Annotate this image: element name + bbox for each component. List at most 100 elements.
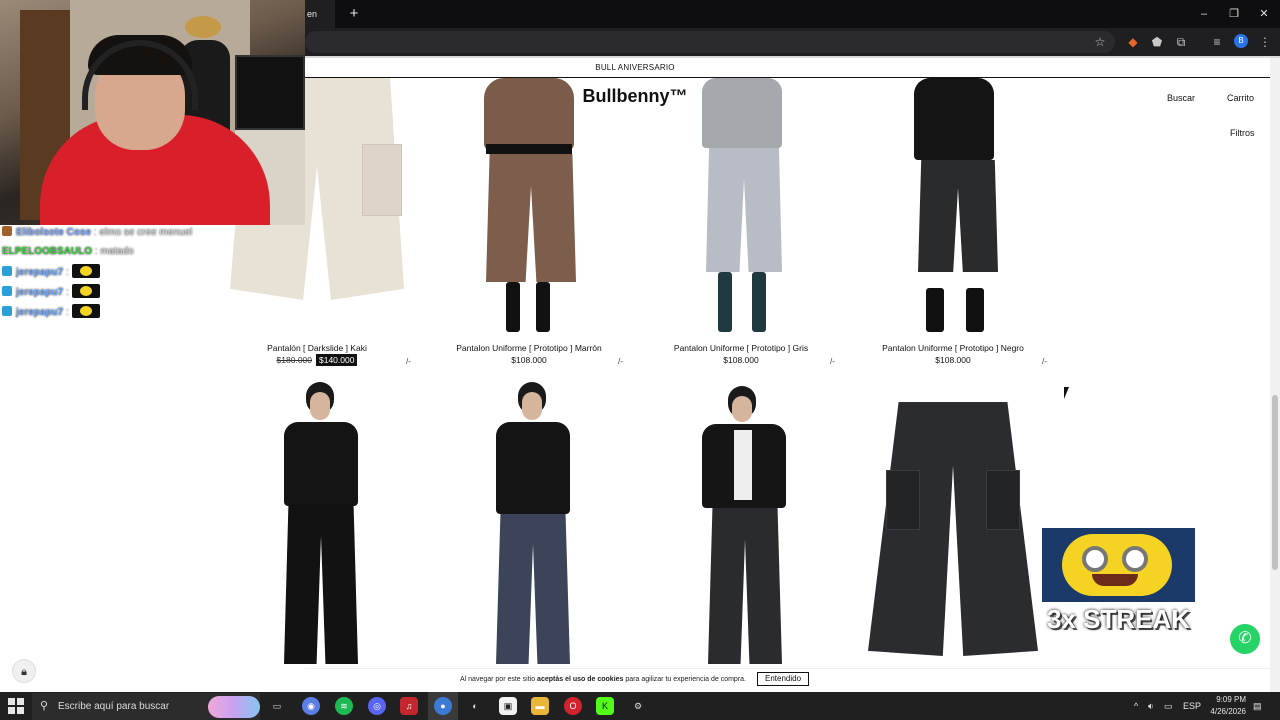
bookmark-star-icon[interactable]: ☆ [1091, 33, 1109, 51]
filters-link[interactable]: Filtros [1230, 127, 1255, 139]
cookie-text-bold: aceptás el uso de cookies [537, 676, 624, 683]
product-price: $108.000 [511, 355, 547, 365]
extension-shield-icon[interactable]: ⬟ [1148, 33, 1166, 51]
product-price: $108.000 [723, 355, 759, 365]
streak-overlay: 3x STREAK [1042, 528, 1195, 638]
search-link[interactable]: Buscar [1167, 92, 1195, 104]
cookie-text-start: Al navegar por este sitio [460, 676, 538, 683]
chat-text: : matado [94, 246, 134, 257]
chat-message: Elibolsote Cose : elmo se cree menuel [2, 225, 192, 241]
chat-message: jerepapu7 : [2, 284, 100, 300]
capcut-icon[interactable]: ▣ [499, 697, 517, 715]
file-explorer-icon[interactable]: ▬ [531, 697, 549, 715]
page-scrollbar[interactable] [1270, 58, 1280, 692]
cart-link[interactable]: Carrito [1227, 92, 1254, 104]
wishlist-toggle[interactable]: /- [1042, 357, 1047, 366]
minimize-button[interactable]: – [1193, 4, 1215, 24]
extension-fox-icon[interactable]: ◆ [1124, 33, 1142, 51]
search-icon: ⚲ [40, 700, 49, 712]
chat-username: Elibolsote Cose [16, 227, 92, 238]
task-view-icon[interactable]: ▭ [268, 697, 286, 715]
tray-chevron-icon[interactable]: ^ [1134, 699, 1138, 713]
chat-message: jerepapu7 : [2, 304, 100, 320]
minion-emote-icon [71, 284, 100, 298]
screen: en + – ❐ ✕ ☆ ◆ ⬟ ⧉ ≡ B ⋮ BULL ANIVERSARI… [0, 0, 1280, 720]
restore-button[interactable]: ❐ [1223, 4, 1245, 24]
app-gear-icon[interactable]: ⚙ [629, 697, 647, 715]
chat-username: jerepapu7 [16, 267, 64, 278]
chat-badge-icon [2, 306, 12, 316]
chat-badge-icon [2, 226, 12, 236]
minion-emote-icon [71, 264, 100, 278]
chat-text: : [66, 307, 69, 318]
search-highlight-art [208, 696, 260, 718]
brand-logo[interactable]: Bullbenny™ [560, 84, 710, 108]
taskbar-clock[interactable]: 9:09 PM 4/26/2026 [1200, 694, 1246, 718]
product-name[interactable]: Pantalon Uniforme [ Prototipo ] Marrón [424, 342, 634, 354]
opera-icon[interactable]: O [564, 697, 582, 715]
chat-message: jerepapu7 : [2, 264, 100, 280]
spotify-icon[interactable]: ≋ [335, 697, 353, 715]
minion-emote-icon [71, 304, 100, 318]
volume-icon[interactable]: 🔉︎ [1148, 699, 1154, 713]
product-price: $180.000 $140.000 [212, 354, 422, 366]
voicemod-icon[interactable]: ♫ [400, 697, 418, 715]
obs-icon[interactable]: ◐ [466, 697, 484, 715]
chat-badge-icon [2, 266, 12, 276]
kick-icon[interactable]: K [596, 697, 614, 715]
product-image-negro[interactable] [848, 78, 1058, 340]
product-image-row2-1[interactable] [212, 380, 422, 668]
wishlist-toggle[interactable]: /- [830, 357, 835, 366]
minion-image [1042, 528, 1195, 602]
chat-text: : [66, 267, 69, 278]
minion-goggle [1122, 546, 1148, 572]
product-name[interactable]: Pantalon Uniforme [ Prototipo ] Negro [848, 342, 1058, 354]
webcam-hat [185, 16, 221, 38]
media-playlist-icon[interactable]: ≡ [1208, 33, 1226, 51]
chat-username: jerepapu7 [16, 307, 64, 318]
minion-mouth [1092, 574, 1138, 586]
chat-message: ELPELOOBSAULO : matado [2, 244, 134, 260]
close-window-button[interactable]: ✕ [1253, 4, 1275, 24]
product-image-marron[interactable] [424, 78, 634, 340]
chat-text: : elmo se cree menuel [93, 227, 193, 238]
product-image-row2-3[interactable] [636, 380, 846, 668]
cookie-message: Al navegar por este sitio aceptás el uso… [460, 673, 746, 687]
product-image-row2-4[interactable] [848, 380, 1058, 668]
scrollbar-thumb[interactable] [1272, 395, 1278, 570]
profile-avatar[interactable]: B [1234, 34, 1248, 48]
copilot-icon[interactable]: ◉ [302, 697, 320, 715]
address-bar[interactable] [305, 31, 1115, 53]
extensions-puzzle-icon[interactable]: ⧉ [1172, 33, 1190, 51]
product-image-gris[interactable] [636, 78, 846, 340]
product-image-row2-2[interactable] [424, 380, 634, 668]
original-price: $180.000 [276, 355, 312, 365]
discord-icon[interactable]: ◎ [368, 697, 386, 715]
chat-username: jerepapu7 [16, 287, 64, 298]
network-icon[interactable]: ▭ [1164, 699, 1173, 713]
new-tab-button[interactable]: + [345, 4, 363, 24]
announcement-bar[interactable]: BULL ANIVERSARIO [305, 58, 965, 78]
product-name[interactable]: Pantalon Uniforme [ Prototipo ] Gris [636, 342, 846, 354]
notifications-icon[interactable]: ▤ [1253, 699, 1262, 713]
wishlist-toggle[interactable]: /- [618, 357, 623, 366]
product-name[interactable]: Pantalón [ Darkslide ] Kaki [212, 342, 422, 354]
browser-menu-icon[interactable]: ⋮ [1256, 33, 1274, 51]
webcam-overlay [0, 0, 305, 225]
wishlist-toggle[interactable]: /- [406, 357, 411, 366]
clock-time: 9:09 PM [1216, 695, 1246, 704]
product-price: $108.000 [935, 355, 971, 365]
clock-date: 4/26/2026 [1210, 707, 1246, 716]
cookie-accept-button[interactable]: Entendido [757, 672, 809, 686]
language-indicator[interactable]: ESP [1183, 699, 1201, 713]
whatsapp-chat-button[interactable]: ✆ [1230, 624, 1260, 654]
windows-start-icon[interactable] [8, 698, 24, 714]
streak-label: 3x STREAK [1046, 604, 1191, 634]
browser-tab[interactable]: en [305, 0, 335, 28]
cookie-text-end: para agilizar tu experiencia de compra. [623, 676, 746, 683]
lock-icon[interactable]: 🔒︎ [12, 659, 36, 683]
minion-goggle [1082, 546, 1108, 572]
webcam-tv [235, 55, 305, 130]
chrome-icon[interactable]: ● [434, 697, 452, 715]
chat-badge-icon [2, 286, 12, 296]
